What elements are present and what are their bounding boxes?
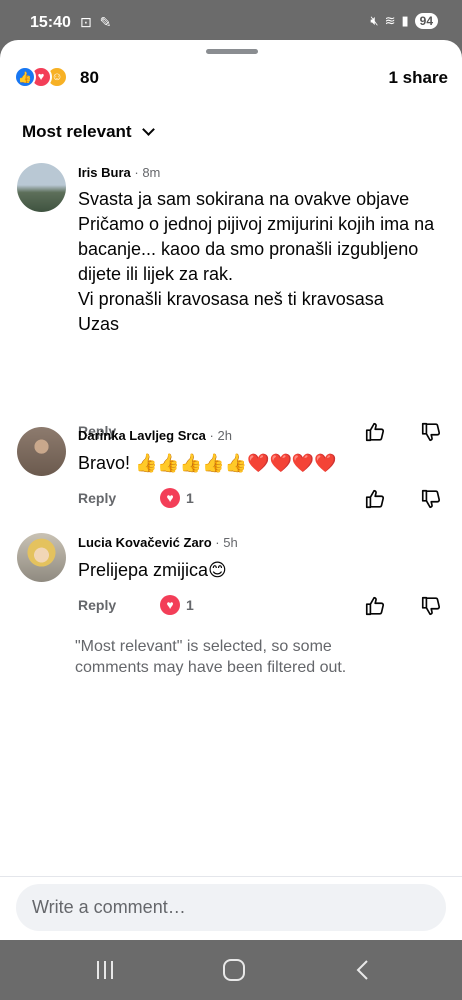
avatar[interactable] bbox=[17, 427, 66, 476]
reply-button[interactable]: Reply bbox=[78, 597, 116, 613]
sort-label: Most relevant bbox=[22, 122, 132, 141]
comment-time: · 5h bbox=[215, 535, 238, 550]
comment-actions: Reply ♥ 1 bbox=[78, 595, 450, 619]
comment-reactions[interactable]: ♥ 1 bbox=[160, 595, 194, 615]
sort-dropdown[interactable]: Most relevant bbox=[22, 122, 155, 142]
thumbs-down-icon[interactable] bbox=[420, 488, 442, 510]
love-icon: ♥ bbox=[160, 488, 180, 508]
status-notification-icons: ⊡ ✎ bbox=[80, 14, 114, 30]
status-time: 15:40 bbox=[30, 14, 71, 31]
thumbs-down-icon[interactable] bbox=[420, 421, 442, 443]
comment-text: Svasta ja sam sokirana na ovakve objave … bbox=[78, 189, 435, 334]
comment-text: Bravo! 👍👍👍👍👍❤️❤️❤️❤️ bbox=[78, 453, 337, 473]
comments-sheet: 👍 ♥ ☺ 80 1 share Most relevant Iris Bura… bbox=[0, 40, 462, 940]
battery-icon: 94 bbox=[414, 13, 438, 29]
love-icon: ♥ bbox=[160, 595, 180, 615]
status-bar: 15:40 ⊡ ✎ 🔇︎ ≋ ▮ 94 bbox=[0, 0, 462, 44]
wifi-icon: ≋ bbox=[384, 13, 396, 28]
comment-time: · 2h bbox=[209, 428, 232, 443]
reaction-count: 80 bbox=[80, 68, 99, 87]
comment-composer[interactable] bbox=[16, 884, 446, 931]
author-name[interactable]: Iris Bura bbox=[78, 165, 131, 180]
back-icon[interactable] bbox=[350, 958, 376, 982]
status-right-icons: 🔇︎ ≋ ▮ 94 bbox=[370, 13, 438, 29]
comment-time: · 8m bbox=[134, 165, 161, 180]
filter-note: "Most relevant" is selected, so some com… bbox=[75, 638, 347, 676]
reactions-summary[interactable]: 👍 ♥ ☺ 80 1 share bbox=[14, 66, 448, 90]
home-icon[interactable] bbox=[221, 958, 247, 982]
comment-input[interactable] bbox=[16, 884, 446, 931]
thumbs-down-icon[interactable] bbox=[420, 595, 442, 617]
comment-reaction-count: 1 bbox=[186, 490, 194, 506]
comment-author[interactable]: Lucia Kovačević Zaro · 5h bbox=[78, 535, 238, 550]
comment-reactions[interactable]: ♥ 1 bbox=[160, 488, 194, 508]
author-name[interactable]: Lucia Kovačević Zaro bbox=[78, 535, 212, 550]
chevron-down-icon bbox=[141, 123, 155, 136]
comment-reaction-count: 1 bbox=[186, 597, 194, 613]
mute-icon: 🔇︎ bbox=[370, 13, 379, 28]
thumbs-up-icon[interactable] bbox=[364, 595, 386, 617]
system-nav-bar bbox=[0, 940, 462, 1000]
like-icon: 👍 bbox=[14, 66, 36, 88]
thumbs-up-icon[interactable] bbox=[364, 488, 386, 510]
comment-text: Prelijepa zmijica😊 bbox=[78, 560, 227, 580]
reaction-icons: 👍 ♥ ☺ bbox=[14, 66, 68, 88]
avatar[interactable] bbox=[17, 533, 66, 582]
sheet-drag-handle[interactable] bbox=[206, 49, 258, 54]
thumbs-up-icon[interactable] bbox=[364, 421, 386, 443]
author-name[interactable]: Darinka Lavljeg Srca bbox=[78, 428, 206, 443]
comment-author[interactable]: Iris Bura · 8m bbox=[78, 165, 160, 180]
reply-button[interactable]: Reply bbox=[78, 490, 116, 506]
divider bbox=[0, 876, 462, 877]
comment-author[interactable]: Darinka Lavljeg Srca · 2h bbox=[78, 428, 232, 443]
share-count[interactable]: 1 share bbox=[388, 68, 448, 88]
recent-apps-icon[interactable] bbox=[92, 958, 118, 982]
signal-icon: ▮ bbox=[401, 13, 409, 28]
comment-actions: Reply ♥ 1 bbox=[78, 488, 450, 512]
avatar[interactable] bbox=[17, 163, 66, 212]
